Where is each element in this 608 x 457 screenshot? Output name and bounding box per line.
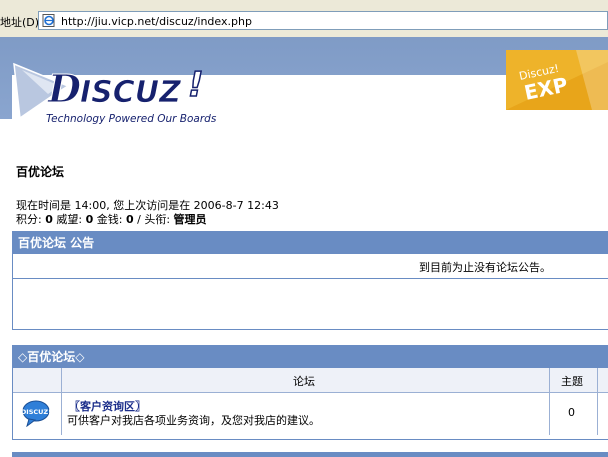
forum-description: 可供客户对我店各项业务资询，及您对我店的建议。	[67, 414, 320, 427]
prestige-value: 0	[85, 213, 94, 226]
points-label: 积分:	[16, 213, 42, 226]
logo-tagline: Technology Powered Our Boards	[46, 113, 217, 125]
rank-label: / 头衔:	[137, 213, 171, 226]
category-header[interactable]: ◇百优论坛◇	[13, 346, 608, 368]
money-label: 金钱:	[96, 213, 123, 226]
discuz-logo[interactable]: D ISCUZ ! Technology Powered Our Boards	[12, 56, 222, 128]
next-section-header	[12, 452, 608, 457]
category-panel: ◇百优论坛◇ 论坛 主题 DISCUZ! 〖客户资询区〗 可供客户对我店各项业务…	[12, 345, 608, 440]
points-value: 0	[45, 213, 53, 226]
svg-text:DISCUZ!: DISCUZ!	[21, 408, 51, 416]
column-header-row: 论坛 主题	[13, 368, 608, 393]
discuz-exp-badge[interactable]: Discuz! EXP	[506, 50, 608, 110]
address-label: 地址(D)	[0, 16, 40, 29]
user-stats: 积分: 0 威望: 0 金钱: 0 / 头衔: 管理员	[16, 211, 207, 227]
svg-text:ISCUZ: ISCUZ	[80, 75, 182, 110]
rank-value: 管理员	[173, 213, 207, 226]
address-url: http://jiu.vicp.net/discuz/index.php	[61, 15, 252, 28]
money-value: 0	[125, 213, 134, 226]
board-title: 百优论坛	[16, 165, 65, 179]
svg-text:D: D	[47, 66, 81, 111]
address-bar-area: 地址(D) http://jiu.vicp.net/discuz/index.p…	[0, 0, 608, 38]
announcement-text: 到目前为止没有论坛公告。	[419, 261, 551, 274]
prestige-label: 威望:	[56, 213, 83, 226]
ie-page-icon	[42, 14, 55, 27]
announcement-panel: 百优论坛 公告 到目前为止没有论坛公告。	[12, 231, 608, 330]
address-input[interactable]: http://jiu.vicp.net/discuz/index.php	[38, 11, 608, 30]
column-topics: 主题	[561, 375, 583, 388]
discuz-bubble-icon: DISCUZ!	[21, 400, 51, 427]
forum-topic-count: 0	[568, 406, 575, 419]
svg-text:!: !	[188, 65, 204, 105]
announcement-row: 到目前为止没有论坛公告。	[13, 254, 608, 279]
announcement-header: 百优论坛 公告	[13, 232, 608, 254]
table-row: DISCUZ! 〖客户资询区〗 可供客户对我店各项业务资询，及您对我店的建议。 …	[13, 393, 608, 435]
column-forum: 论坛	[293, 375, 315, 388]
